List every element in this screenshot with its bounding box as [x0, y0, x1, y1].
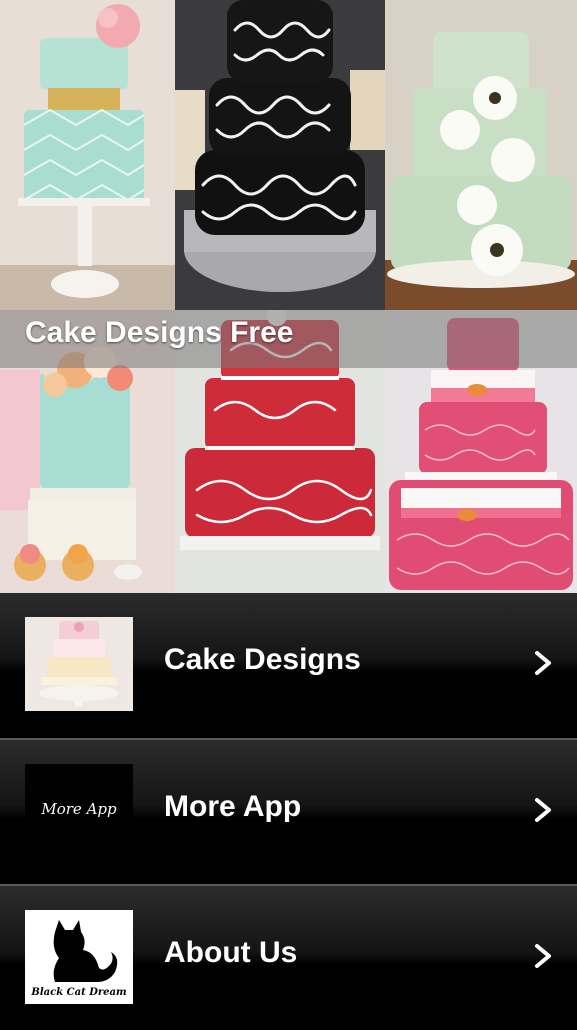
app-title: Cake Designs Free — [25, 316, 294, 349]
menu-item-label: More App — [164, 790, 302, 823]
menu-item-label: Cake Designs — [164, 643, 361, 676]
more-app-logo-text: More App — [41, 800, 117, 818]
chevron-right-icon — [535, 798, 551, 822]
more-app-logo-icon: More App — [25, 764, 133, 858]
black-cat-logo-text: Black Cat Dream — [31, 987, 127, 998]
chevron-right-icon — [535, 651, 551, 675]
mint-lattice-cake-photo — [0, 0, 175, 310]
menu-item-more-app[interactable]: More App More App — [0, 738, 577, 884]
black-scroll-cake-photo — [175, 0, 385, 310]
green-flower-cake-photo — [385, 0, 577, 310]
chevron-right-icon — [535, 944, 551, 968]
menu-item-about-us[interactable]: Black Cat Dream About Us — [0, 884, 577, 1030]
cake-thumbnail-icon — [25, 617, 133, 711]
main-menu: Cake Designs More App More App Black Cat… — [0, 593, 577, 1030]
menu-item-cake-designs[interactable]: Cake Designs — [0, 593, 577, 738]
black-cat-logo-icon: Black Cat Dream — [25, 910, 133, 1004]
hero-banner: Cake Designs Free — [0, 0, 577, 593]
menu-item-label: About Us — [164, 936, 298, 969]
